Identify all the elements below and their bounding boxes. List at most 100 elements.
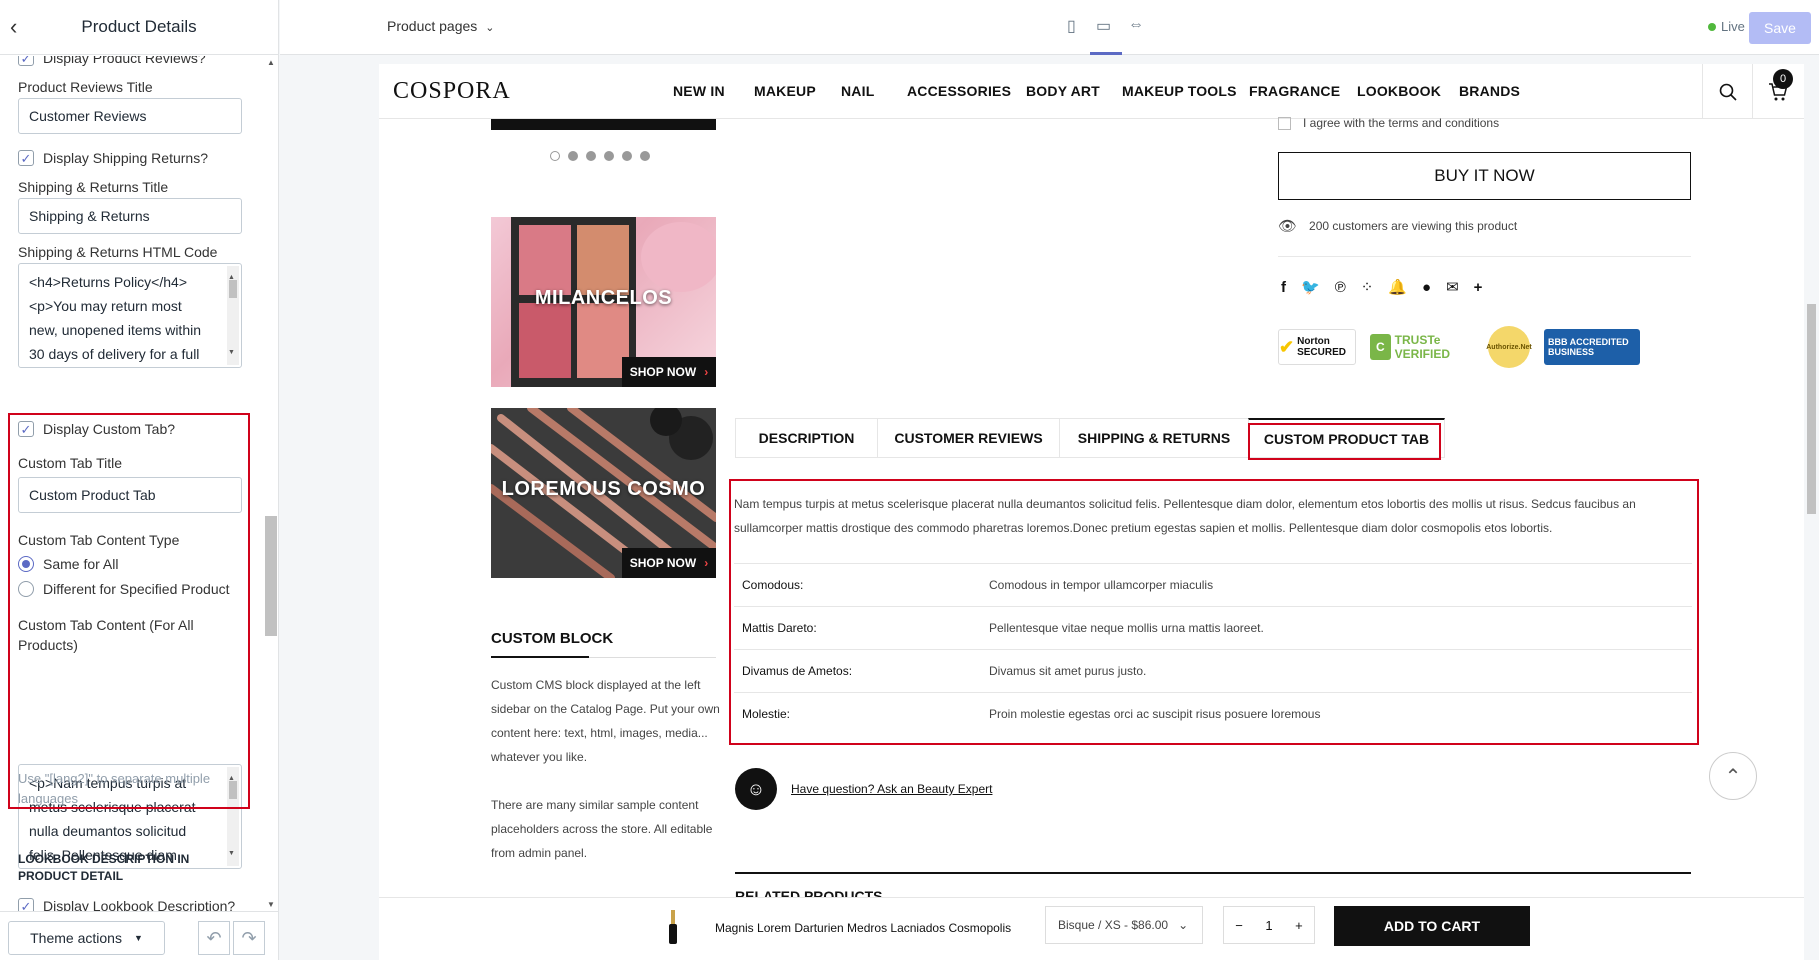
add-to-cart-button[interactable]: ADD TO CART <box>1334 906 1530 946</box>
highlight-custom-tab-settings <box>8 413 250 809</box>
checkbox-label: Display Lookbook Description? <box>43 898 236 911</box>
viewing-text: 200 customers are viewing this product <box>1309 219 1518 233</box>
viewing-count: 👁 200 customers are viewing this product <box>1278 217 1517 235</box>
store-logo[interactable]: COSPORA <box>393 78 511 105</box>
checkmark-icon: ✓ <box>18 150 34 166</box>
variant-value: Bisque / XS - $86.00 <box>1058 918 1169 932</box>
display-lookbook-checkbox[interactable]: ✓ Display Lookbook Description? <box>18 898 242 911</box>
twitter-icon[interactable]: 🐦 <box>1301 278 1320 296</box>
scroll-to-top-icon[interactable]: ⌃ <box>1709 752 1757 800</box>
arrow-right-icon: › <box>704 365 709 379</box>
facebook-icon[interactable]: f <box>1281 279 1286 296</box>
textarea-scrollbar[interactable]: ▲ ▼ <box>227 266 239 365</box>
display-shipping-checkbox[interactable]: ✓ Display Shipping Returns? <box>18 150 242 166</box>
email-icon[interactable]: ✉ <box>1446 278 1459 296</box>
reddit-icon[interactable]: ● <box>1422 279 1431 296</box>
textarea-line: <p>You may return most <box>29 298 182 314</box>
nav-item-makeup[interactable]: MAKEUP <box>754 83 816 99</box>
shipping-title-label: Shipping & Returns Title <box>18 179 169 195</box>
carousel-dot[interactable] <box>604 151 614 161</box>
plus-icon[interactable]: + <box>1295 918 1303 933</box>
nav-item-new-in[interactable]: NEW IN <box>673 83 725 99</box>
back-arrow-icon[interactable]: ‹ <box>10 14 17 40</box>
nav-item-fragrance[interactable]: FRAGRANCE <box>1249 83 1340 99</box>
minus-icon[interactable]: − <box>1235 918 1243 933</box>
save-button[interactable]: Save <box>1749 12 1811 44</box>
shipping-title-input[interactable]: Shipping & Returns <box>18 198 242 234</box>
terms-checkbox[interactable]: I agree with the terms and conditions <box>1278 116 1499 130</box>
search-icon[interactable] <box>1702 64 1752 119</box>
active-view-indicator <box>1090 52 1122 55</box>
snapchat-icon[interactable]: 🔔 <box>1388 278 1407 296</box>
theme-actions-button[interactable]: Theme actions ▼ <box>8 921 165 955</box>
lookbook-heading: LOOKBOOK DESCRIPTION IN PRODUCT DETAIL <box>18 852 190 883</box>
carousel-dot[interactable] <box>550 151 560 161</box>
norton-badge: ✔ Norton SECURED <box>1278 329 1356 365</box>
shop-now-button[interactable]: SHOP NOW › <box>622 357 716 387</box>
grid-share-icon[interactable]: ⁘ <box>1361 278 1374 296</box>
nav-item-accessories[interactable]: ACCESSORIES <box>907 83 1011 99</box>
page-selector[interactable]: Product pages ⌄ <box>387 18 494 34</box>
shop-now-label: SHOP NOW <box>629 365 697 379</box>
sidebar-footer: Theme actions ▼ ↶ ↷ <box>0 911 278 960</box>
shipping-html-textarea[interactable]: <h4>Returns Policy</h4> <p>You may retur… <box>18 263 242 368</box>
tab-customer-reviews[interactable]: CUSTOMER REVIEWS <box>877 418 1060 458</box>
custom-block-text-2: There are many similar sample content pl… <box>491 798 713 860</box>
banner-milancelos[interactable]: MILANCELOS SHOP NOW › <box>491 217 716 387</box>
preview-scrollbar[interactable] <box>1804 64 1819 960</box>
textarea-line: new, unopened items within <box>29 322 201 338</box>
textarea-line: 30 days of delivery for a full <box>29 346 200 362</box>
fullwidth-view-icon[interactable]: ⇔ <box>1128 16 1144 34</box>
share-icons: f 🐦 ℗ ⁘ 🔔 ● ✉ + <box>1281 278 1483 297</box>
plus-icon[interactable]: + <box>1474 279 1483 296</box>
sticky-product-name: Magnis Lorem Darturien Medros Lacniados … <box>715 921 1012 935</box>
carousel-dot[interactable] <box>622 151 632 161</box>
shop-now-button[interactable]: SHOP NOW › <box>622 548 716 578</box>
reviews-title-input[interactable]: Customer Reviews <box>18 98 242 134</box>
nav-item-nail[interactable]: NAIL <box>841 83 874 99</box>
pinterest-icon[interactable]: ℗ <box>1335 279 1346 296</box>
ask-expert-link[interactable]: ☺ Have question? Ask an Beauty Expert <box>735 768 992 810</box>
custom-block-text: Custom CMS block displayed at the left s… <box>491 678 720 764</box>
scroll-down-icon[interactable]: ▼ <box>267 900 275 909</box>
carousel-bottom <box>491 119 716 130</box>
quantity-stepper[interactable]: − 1 + <box>1223 906 1315 944</box>
undo-icon[interactable]: ↶ <box>198 921 230 955</box>
scroll-up-icon[interactable]: ▲ <box>267 58 275 67</box>
nav-item-makeup-tools[interactable]: MAKEUP TOOLS <box>1122 83 1237 99</box>
sticky-add-to-cart-bar: Magnis Lorem Darturien Medros Lacniados … <box>379 897 1804 960</box>
trust-badges: ✔ Norton SECURED C TRUSTe VERIFIED Authori… <box>1278 326 1640 368</box>
mobile-view-icon[interactable]: ▯ <box>1067 16 1076 36</box>
arrow-right-icon: › <box>704 556 709 570</box>
carousel-dot[interactable] <box>640 151 650 161</box>
scrollbar-thumb[interactable] <box>1807 304 1816 514</box>
buy-it-now-button[interactable]: BUY IT NOW <box>1278 152 1691 200</box>
tab-shipping-returns[interactable]: SHIPPING & RETURNS <box>1059 418 1249 458</box>
carousel-dots <box>550 151 650 161</box>
checkbox-label: Display Shipping Returns? <box>43 150 208 166</box>
tab-description[interactable]: DESCRIPTION <box>735 418 878 458</box>
store-navbar: COSPORA NEW IN MAKEUP NAIL ACCESSORIES B… <box>379 64 1804 119</box>
custom-block-title: CUSTOM BLOCK <box>491 630 614 647</box>
carousel-dot[interactable] <box>568 151 578 161</box>
cart-count-badge: 0 <box>1773 69 1793 89</box>
shipping-html-label: Shipping & Returns HTML Code <box>18 244 218 260</box>
banner-loremous-cosmo[interactable]: LOREMOUS COSMO SHOP NOW › <box>491 408 716 578</box>
carousel-dot[interactable] <box>586 151 596 161</box>
redo-icon[interactable]: ↷ <box>233 921 265 955</box>
nav-item-brands[interactable]: BRANDS <box>1459 83 1520 99</box>
truste-label: TRUSTe VERIFIED <box>1394 333 1451 361</box>
nav-item-body-art[interactable]: BODY ART <box>1026 83 1100 99</box>
sidebar-scrollbar[interactable]: ▲ ▼ <box>263 56 278 911</box>
scrollbar-thumb[interactable] <box>265 516 277 636</box>
custom-block-divider <box>491 656 716 658</box>
norton-label: Norton SECURED <box>1297 336 1346 358</box>
desktop-view-icon[interactable]: ▭ <box>1096 16 1111 36</box>
chevron-down-icon: ⌄ <box>485 22 495 34</box>
divider <box>735 872 1691 874</box>
display-reviews-checkbox[interactable]: ✓ Display Product Reviews? <box>18 56 242 66</box>
quantity-value[interactable]: 1 <box>1265 918 1272 933</box>
banner-title: MILANCELOS <box>534 287 673 309</box>
nav-item-lookbook[interactable]: LOOKBOOK <box>1357 83 1441 99</box>
variant-select[interactable]: Bisque / XS - $86.00 ⌄ <box>1045 906 1203 944</box>
